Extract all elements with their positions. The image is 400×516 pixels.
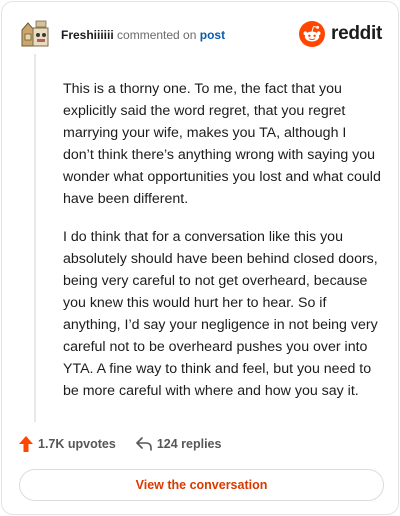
reddit-wordmark: reddit — [331, 23, 382, 44]
reply-count: 124 replies — [156, 437, 222, 451]
reddit-snoo-icon — [299, 21, 326, 47]
upvote-arrow-icon — [19, 436, 33, 452]
view-conversation-button[interactable]: View the conversation — [19, 469, 384, 501]
reply-arrow-icon — [136, 437, 152, 451]
user-avatar[interactable] — [19, 18, 51, 50]
comment-body: This is a thorny one. To me, the fact th… — [63, 78, 381, 418]
upvote-count: 1.7K upvotes — [38, 437, 116, 451]
comment-actions: 1.7K upvotes 124 replies — [19, 434, 241, 454]
upvote-button[interactable]: 1.7K upvotes — [19, 436, 116, 452]
comment-header: Freshiiiiii commented on post reddit — [19, 18, 382, 50]
reddit-logo[interactable]: reddit — [299, 21, 382, 47]
attribution-verb: commented on — [117, 28, 197, 42]
replies-button[interactable]: 124 replies — [136, 437, 222, 451]
thread-line — [34, 54, 36, 422]
post-link[interactable]: post — [200, 28, 225, 42]
comment-embed-card: Freshiiiiii commented on post reddit Thi… — [1, 1, 399, 515]
comment-paragraph: I do think that for a conversation like … — [63, 229, 378, 399]
comment-paragraph: This is a thorny one. To me, the fact th… — [63, 81, 381, 207]
author-name[interactable]: Freshiiiiii — [61, 28, 114, 42]
comment-attribution: Freshiiiiii commented on post — [61, 28, 225, 42]
